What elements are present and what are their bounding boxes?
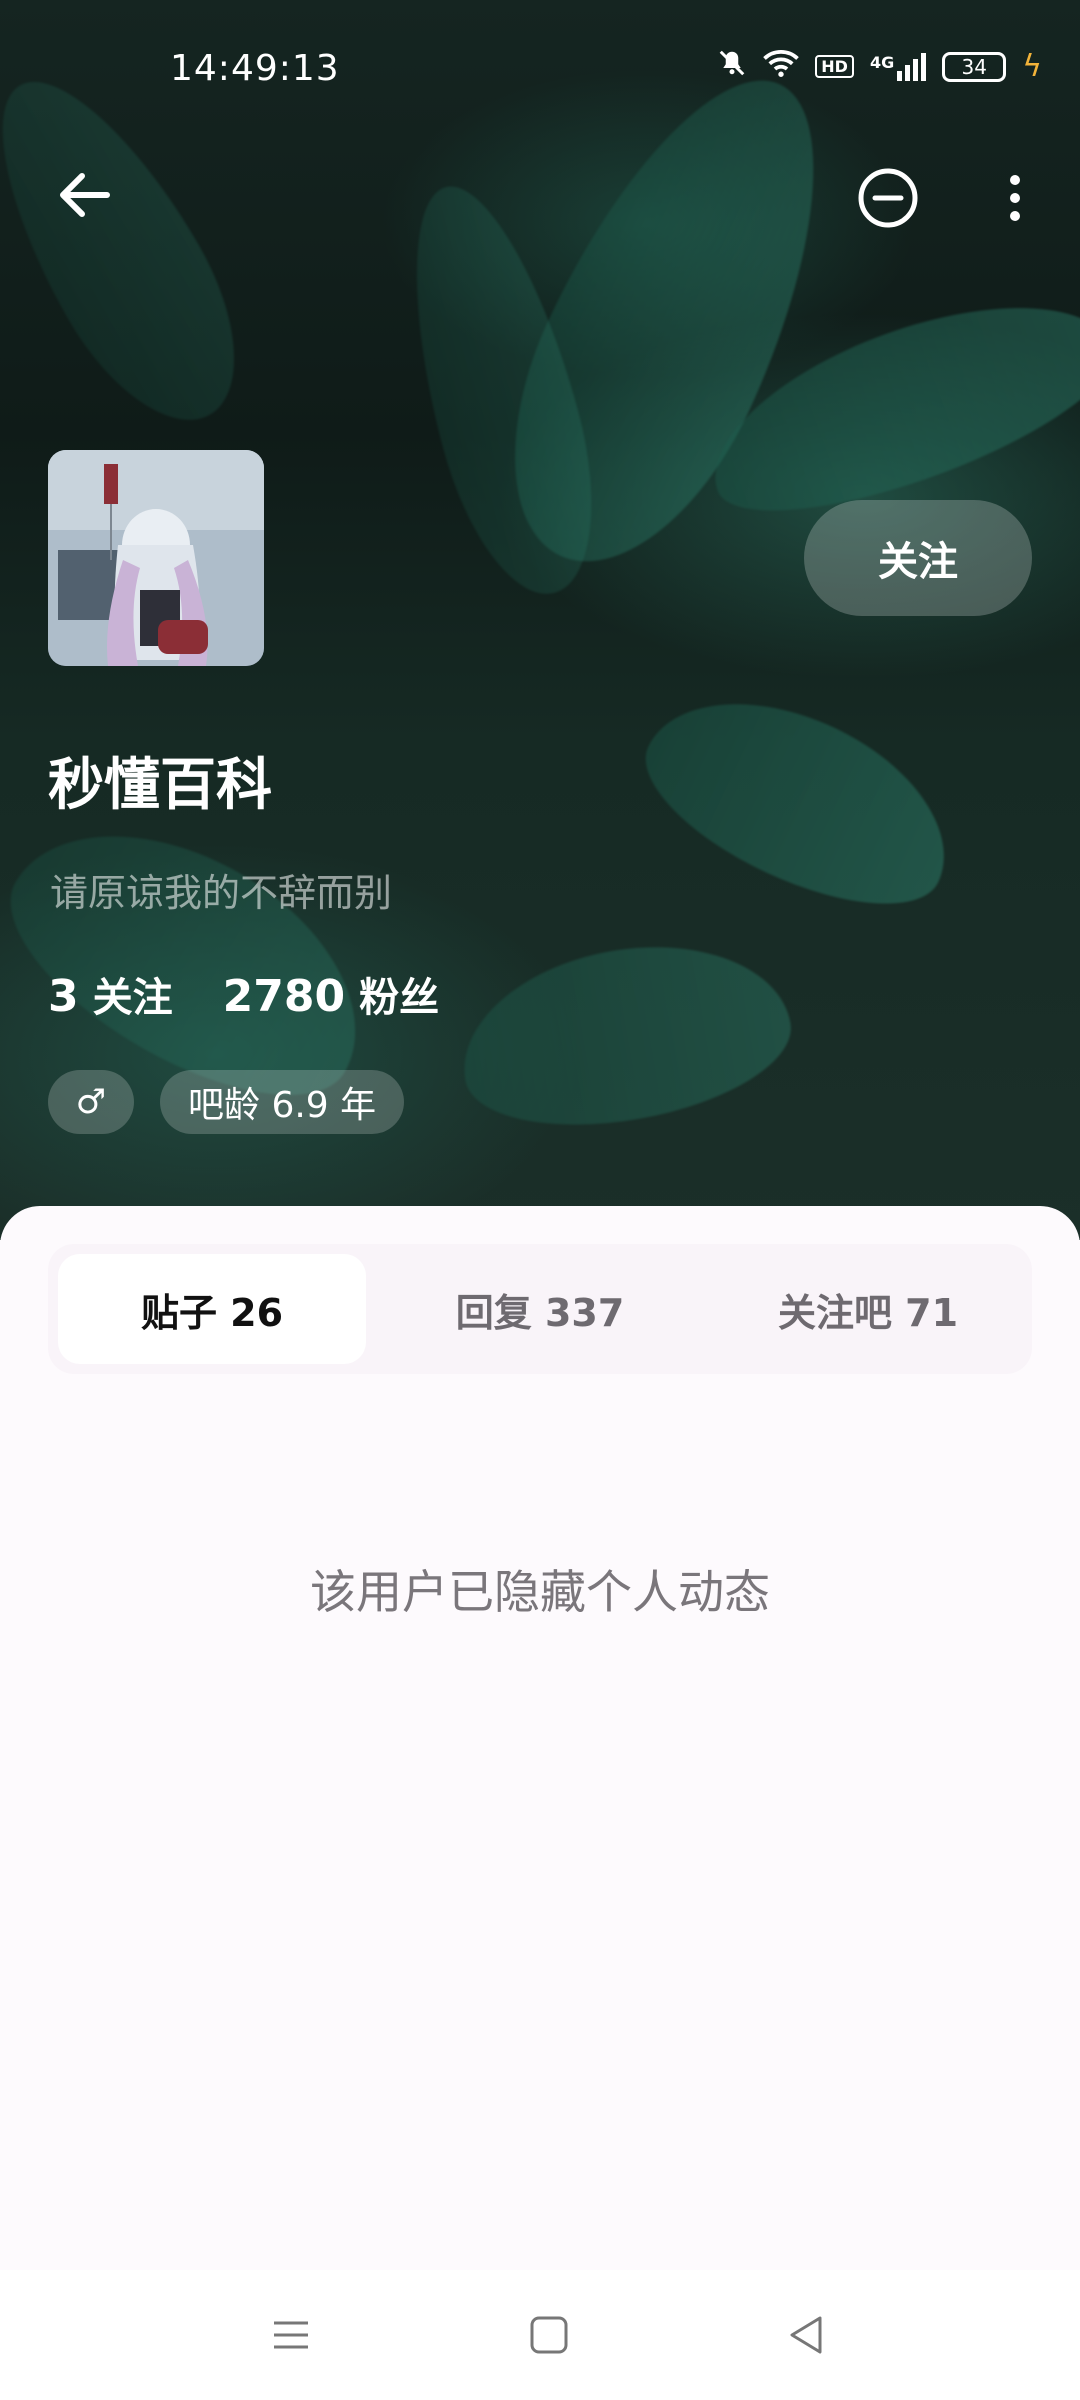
status-time: 14:49:13 [170, 48, 340, 89]
battery-icon: 34 [942, 51, 1007, 82]
more-options-button[interactable] [990, 165, 1040, 231]
hd-icon: HD [815, 55, 854, 78]
tab-posts[interactable]: 贴子 26 [58, 1254, 366, 1364]
profile-tags: ♂ 吧龄 6.9 年 [48, 1070, 405, 1134]
more-dot [1010, 211, 1020, 221]
leaf-decoration [621, 659, 979, 941]
minus-circle-icon [858, 168, 918, 228]
more-vertical-icon [1010, 175, 1020, 185]
wifi-icon [763, 48, 800, 85]
status-bar: 14:49:13 HD 4G 34 ϟ [0, 0, 1080, 140]
back-triangle-icon [790, 2316, 822, 2354]
leaf-decoration [447, 922, 803, 1148]
followers-label: 粉丝 [359, 975, 440, 1021]
account-age-badge: 吧龄 6.9 年 [160, 1070, 405, 1134]
avatar[interactable] [48, 450, 264, 666]
profile-stats: 3 关注 2780 粉丝 [48, 965, 439, 1023]
home-square-icon [530, 2316, 568, 2354]
followers-count: 2780 [222, 971, 346, 1022]
gender-badge: ♂ [48, 1070, 134, 1134]
menu-button[interactable] [266, 2310, 316, 2360]
home-button[interactable] [524, 2310, 574, 2360]
back-button[interactable] [50, 160, 120, 230]
signal-icon: 4G [869, 52, 927, 81]
content-panel: 贴子 26 回复 337 关注吧 71 该用户已隐藏个人动态 [0, 1206, 1080, 2270]
empty-state-message: 该用户已隐藏个人动态 [310, 1565, 770, 1619]
avatar-illustration [48, 450, 264, 666]
block-user-button[interactable] [855, 165, 921, 231]
tab-replies[interactable]: 回复 337 [386, 1254, 694, 1364]
username: 秒懂百科 [48, 753, 272, 818]
arrow-left-icon [60, 173, 110, 217]
mute-icon [717, 48, 747, 85]
following-count: 3 [48, 971, 79, 1022]
system-back-button[interactable] [782, 2310, 832, 2360]
followers-stat[interactable]: 2780 粉丝 [223, 965, 439, 1023]
status-icons: HD 4G 34 ϟ [717, 48, 1042, 85]
following-stat[interactable]: 3 关注 [48, 965, 173, 1023]
charging-icon: ϟ [1022, 49, 1042, 84]
tab-followed-bars[interactable]: 关注吧 71 [714, 1254, 1022, 1364]
battery-level: 34 [961, 54, 987, 79]
following-label: 关注 [92, 975, 173, 1021]
more-dot [1010, 193, 1020, 203]
system-navigation-bar [0, 2270, 1080, 2400]
tab-bar: 贴子 26 回复 337 关注吧 71 [48, 1244, 1032, 1374]
user-bio: 请原谅我的不辞而别 [50, 871, 393, 915]
network-type-label: 4G [869, 52, 895, 72]
menu-icon [274, 2321, 308, 2349]
follow-button[interactable]: 关注 [804, 500, 1032, 616]
